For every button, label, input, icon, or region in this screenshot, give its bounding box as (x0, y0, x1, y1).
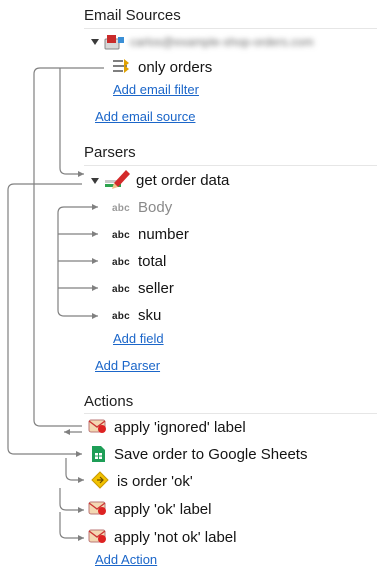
parser-get-order-data[interactable]: get order data (136, 172, 229, 189)
gmail-label-icon (88, 499, 108, 517)
mailbox-icon (104, 33, 126, 51)
text-field-type-icon: abc (112, 203, 130, 214)
add-action-link[interactable]: Add Action (95, 552, 157, 567)
google-sheets-icon (91, 445, 107, 463)
section-divider (84, 413, 377, 414)
action-apply-ok-label[interactable]: apply 'ok' label (114, 501, 211, 518)
add-parser-link[interactable]: Add Parser (95, 358, 160, 373)
field-number[interactable]: number (138, 226, 189, 243)
text-field-type-icon: abc (112, 311, 130, 322)
section-divider (84, 28, 377, 29)
gmail-label-icon (88, 527, 108, 545)
action-is-order-ok[interactable]: is order 'ok' (117, 473, 193, 490)
parser-pencil-icon (104, 167, 132, 191)
collapse-arrow-icon[interactable] (91, 178, 99, 184)
field-total[interactable]: total (138, 253, 166, 270)
text-field-type-icon: abc (112, 284, 130, 295)
filter-icon (111, 57, 133, 75)
text-field-type-icon: abc (112, 257, 130, 268)
section-divider (84, 165, 377, 166)
action-save-order-to-sheets[interactable]: Save order to Google Sheets (114, 446, 307, 463)
collapse-arrow-icon[interactable] (91, 39, 99, 45)
add-email-filter-link[interactable]: Add email filter (113, 82, 199, 97)
gmail-label-icon (88, 417, 108, 435)
filter-only-orders[interactable]: only orders (138, 59, 212, 76)
parsers-title: Parsers (84, 144, 136, 161)
email-sources-title: Email Sources (84, 7, 181, 24)
actions-title: Actions (84, 393, 134, 410)
condition-icon (91, 471, 111, 489)
action-apply-not-ok-label[interactable]: apply 'not ok' label (114, 529, 236, 546)
text-field-type-icon: abc (112, 230, 130, 241)
email-account-address[interactable]: carlos@example-shop-orders.com (130, 35, 314, 49)
field-seller[interactable]: seller (138, 280, 174, 297)
field-sku[interactable]: sku (138, 307, 161, 324)
action-apply-ignored-label[interactable]: apply 'ignored' label (114, 419, 246, 436)
field-body[interactable]: Body (138, 199, 172, 216)
add-field-link[interactable]: Add field (113, 331, 164, 346)
add-email-source-link[interactable]: Add email source (95, 109, 195, 124)
